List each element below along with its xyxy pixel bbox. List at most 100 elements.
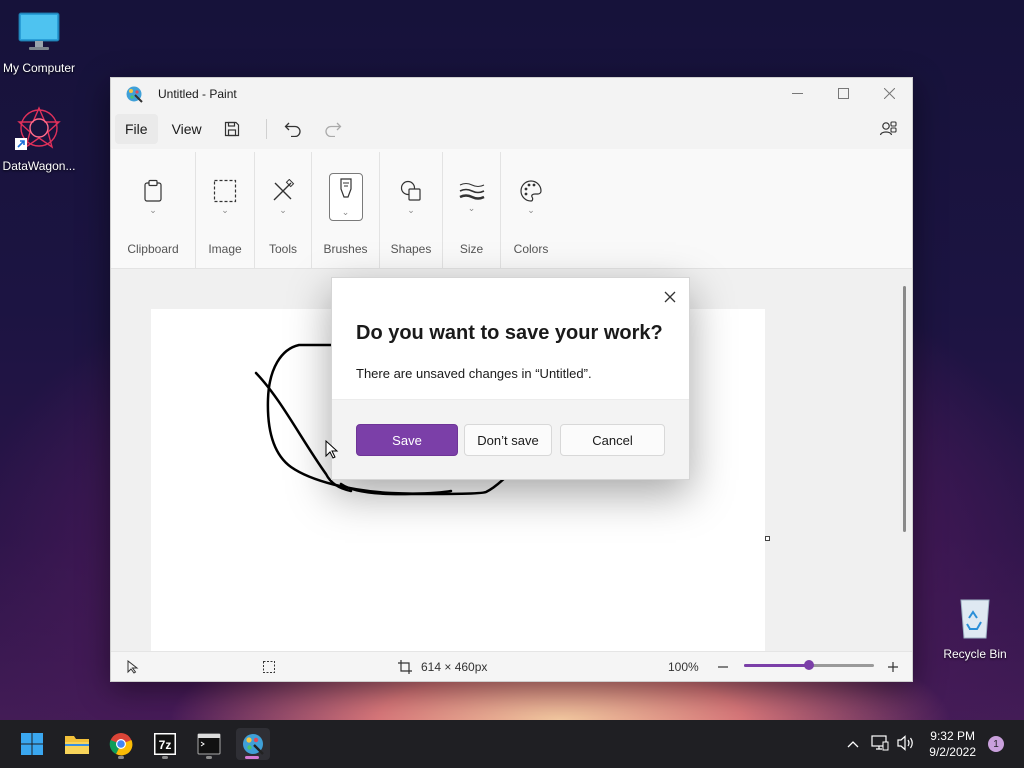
dialog-message: There are unsaved changes in “Untitled”. [356,366,592,381]
maximize-icon [837,87,849,99]
zoom-slider[interactable] [744,660,874,670]
image-button[interactable]: ⌄ [208,174,242,220]
save-quick-button[interactable] [216,113,248,145]
clock-date: 9/2/2022 [929,745,976,759]
colors-button[interactable]: ⌄ [514,174,548,220]
menu-divider [265,119,267,139]
zoom-in-button[interactable] [887,661,899,673]
brushes-button[interactable]: ⌄ [328,173,363,221]
account-button[interactable] [872,113,904,145]
selection-icon [213,179,237,202]
zoom-out-button[interactable] [717,661,729,673]
palette-icon [520,179,542,202]
title-bar[interactable]: Untitled - Paint [111,78,912,109]
canvas-size-status: 614 × 460px [398,659,488,674]
vertical-scrollbar[interactable] [903,286,906,532]
zoom-slider-fill [744,664,809,667]
chrome-icon [109,733,133,756]
cancel-button[interactable]: Cancel [560,424,665,456]
network-button[interactable] [871,734,889,754]
clock-time: 9:32 PM [930,729,975,743]
taskbar-terminal[interactable] [193,728,225,760]
tools-button[interactable]: ⌄ [266,174,300,220]
view-menu[interactable]: View [162,114,212,144]
minimize-button[interactable] [774,78,820,108]
taskbar-file-explorer[interactable] [61,728,93,760]
status-bar: 614 × 460px 100% [111,651,912,681]
windows-logo-icon [21,733,43,755]
brush-icon [339,177,352,198]
desktop-icon-my-computer[interactable]: My Computer [0,10,79,75]
chevron-down-icon: ⌄ [467,202,476,213]
tools-icon [273,178,295,200]
redo-button[interactable] [317,113,349,145]
maximize-button[interactable] [820,78,866,108]
taskbar-paint[interactable] [236,728,270,760]
size-button[interactable]: ⌄ [455,174,489,220]
clipboard-button[interactable]: ⌄ [136,174,170,220]
speaker-icon [897,734,914,751]
zoom-slider-thumb[interactable] [804,660,814,670]
mouse-cursor-icon [325,440,339,459]
minimize-icon [791,92,803,94]
close-icon [664,291,676,303]
network-icon [871,734,889,750]
volume-button[interactable] [897,734,915,754]
chevron-down-icon: ⌄ [527,204,535,215]
ribbon: ⌄ Clipboard ⌄ Image ⌄ Tools ⌄ Brushes ⌄ … [111,149,912,269]
menu-bar: File View [111,109,912,149]
pointer-position-icon [127,659,139,674]
ribbon-group-clipboard: ⌄ Clipboard [111,152,196,268]
show-hidden-icons-button[interactable] [847,737,859,751]
ribbon-label: Shapes [390,242,432,256]
zoom-percentage[interactable]: 100% [668,660,699,674]
canvas-size-icon [398,659,412,674]
plus-icon [888,661,898,672]
ribbon-label: Colors [513,242,549,256]
dont-save-button[interactable]: Don’t save [464,424,552,456]
save-button[interactable]: Save [356,424,458,456]
desktop-icon-datawagon[interactable]: DataWagon... [0,104,79,173]
undo-icon [284,122,301,137]
clipboard-icon [144,179,162,202]
undo-button[interactable] [277,113,309,145]
desktop-icon-recycle-bin[interactable]: Recycle Bin [935,596,1015,661]
clock[interactable]: 9:32 PM 9/2/2022 [929,728,976,760]
terminal-icon [197,733,221,755]
taskbar-7zip[interactable]: 7z [149,728,181,760]
chevron-down-icon: ⌄ [149,204,157,215]
taskbar-chrome[interactable] [105,728,137,760]
file-menu[interactable]: File [115,114,158,144]
chevron-down-icon: ⌄ [407,204,415,215]
recycle-bin-icon [935,596,1015,643]
close-window-button[interactable] [866,78,912,108]
ribbon-label: Brushes [323,242,368,256]
canvas-resize-handle[interactable] [765,536,770,541]
chevron-down-icon: ⌄ [341,206,350,217]
save-icon [224,121,239,137]
stroke-size-icon [458,182,485,200]
ribbon-group-tools: ⌄ Tools [255,152,312,268]
start-button[interactable] [16,728,48,760]
chevron-down-icon: ⌄ [279,204,287,215]
chevron-up-icon [847,741,859,748]
ribbon-group-image: ⌄ Image [196,152,255,268]
chevron-down-icon: ⌄ [221,204,229,215]
folder-icon [65,736,89,754]
shapes-button[interactable]: ⌄ [394,174,428,220]
ribbon-label: Clipboard [127,242,179,256]
datawagon-logo-icon [0,104,79,155]
desktop-icon-label: My Computer [2,61,76,75]
running-indicator [162,756,168,759]
ribbon-label: Size [459,242,484,256]
ribbon-label: Image [208,242,242,256]
dialog-footer: Save Don’t save Cancel [332,399,689,479]
paint-app-icon [243,734,264,755]
monitor-icon [0,10,79,57]
redo-icon [325,122,342,137]
dialog-close-button[interactable] [657,284,683,310]
ribbon-group-size: ⌄ Size [443,152,501,268]
account-settings-icon [879,121,897,136]
notification-badge[interactable]: 1 [988,736,1004,752]
canvas-size-text: 614 × 460px [421,659,488,674]
